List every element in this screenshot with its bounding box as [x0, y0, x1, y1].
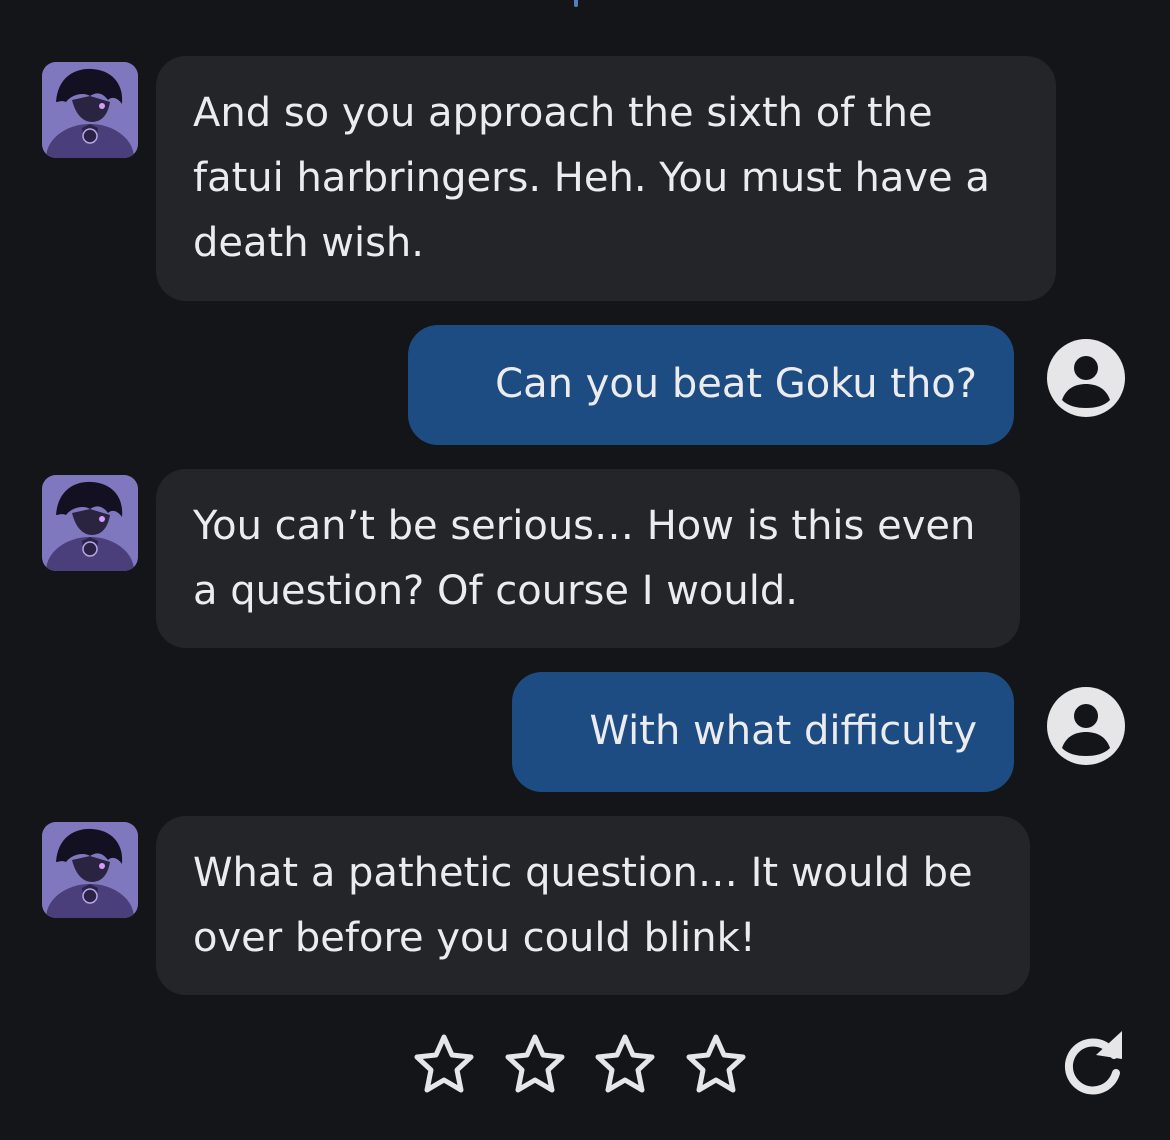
message-text: With what difficulty: [589, 708, 978, 754]
bot-message: You can’t be serious… How is this even a…: [156, 469, 1020, 648]
message-text: You can’t be serious… How is this even a…: [193, 503, 976, 614]
bot-avatar[interactable]: [42, 475, 138, 571]
character-avatar-icon: [42, 822, 138, 918]
bot-message: And so you approach the sixth of the fat…: [156, 56, 1056, 301]
message-text: Can you beat Goku tho?: [495, 361, 977, 407]
user-message: Can you beat Goku tho?: [408, 325, 1014, 445]
user-message: With what difficulty: [512, 672, 1014, 792]
regenerate-button[interactable]: [1056, 1025, 1128, 1097]
message-text: And so you approach the sixth of the fat…: [193, 90, 990, 266]
star-3-icon[interactable]: [594, 1033, 656, 1095]
user-circle-icon: [1046, 338, 1126, 418]
bot-avatar[interactable]: [42, 62, 138, 158]
character-avatar-icon: [42, 475, 138, 571]
message-text: What a pathetic question… It would be ov…: [193, 850, 973, 961]
user-circle-icon: [1046, 686, 1126, 766]
scroll-indicator: [574, 0, 578, 7]
star-4-icon[interactable]: [685, 1033, 747, 1095]
user-avatar[interactable]: [1046, 686, 1126, 766]
user-avatar[interactable]: [1046, 338, 1126, 418]
bot-message: What a pathetic question… It would be ov…: [156, 816, 1030, 995]
refresh-icon: [1064, 1031, 1122, 1095]
bot-avatar[interactable]: [42, 822, 138, 918]
star-2-icon[interactable]: [504, 1033, 566, 1095]
star-1-icon[interactable]: [413, 1033, 475, 1095]
character-avatar-icon: [42, 62, 138, 158]
